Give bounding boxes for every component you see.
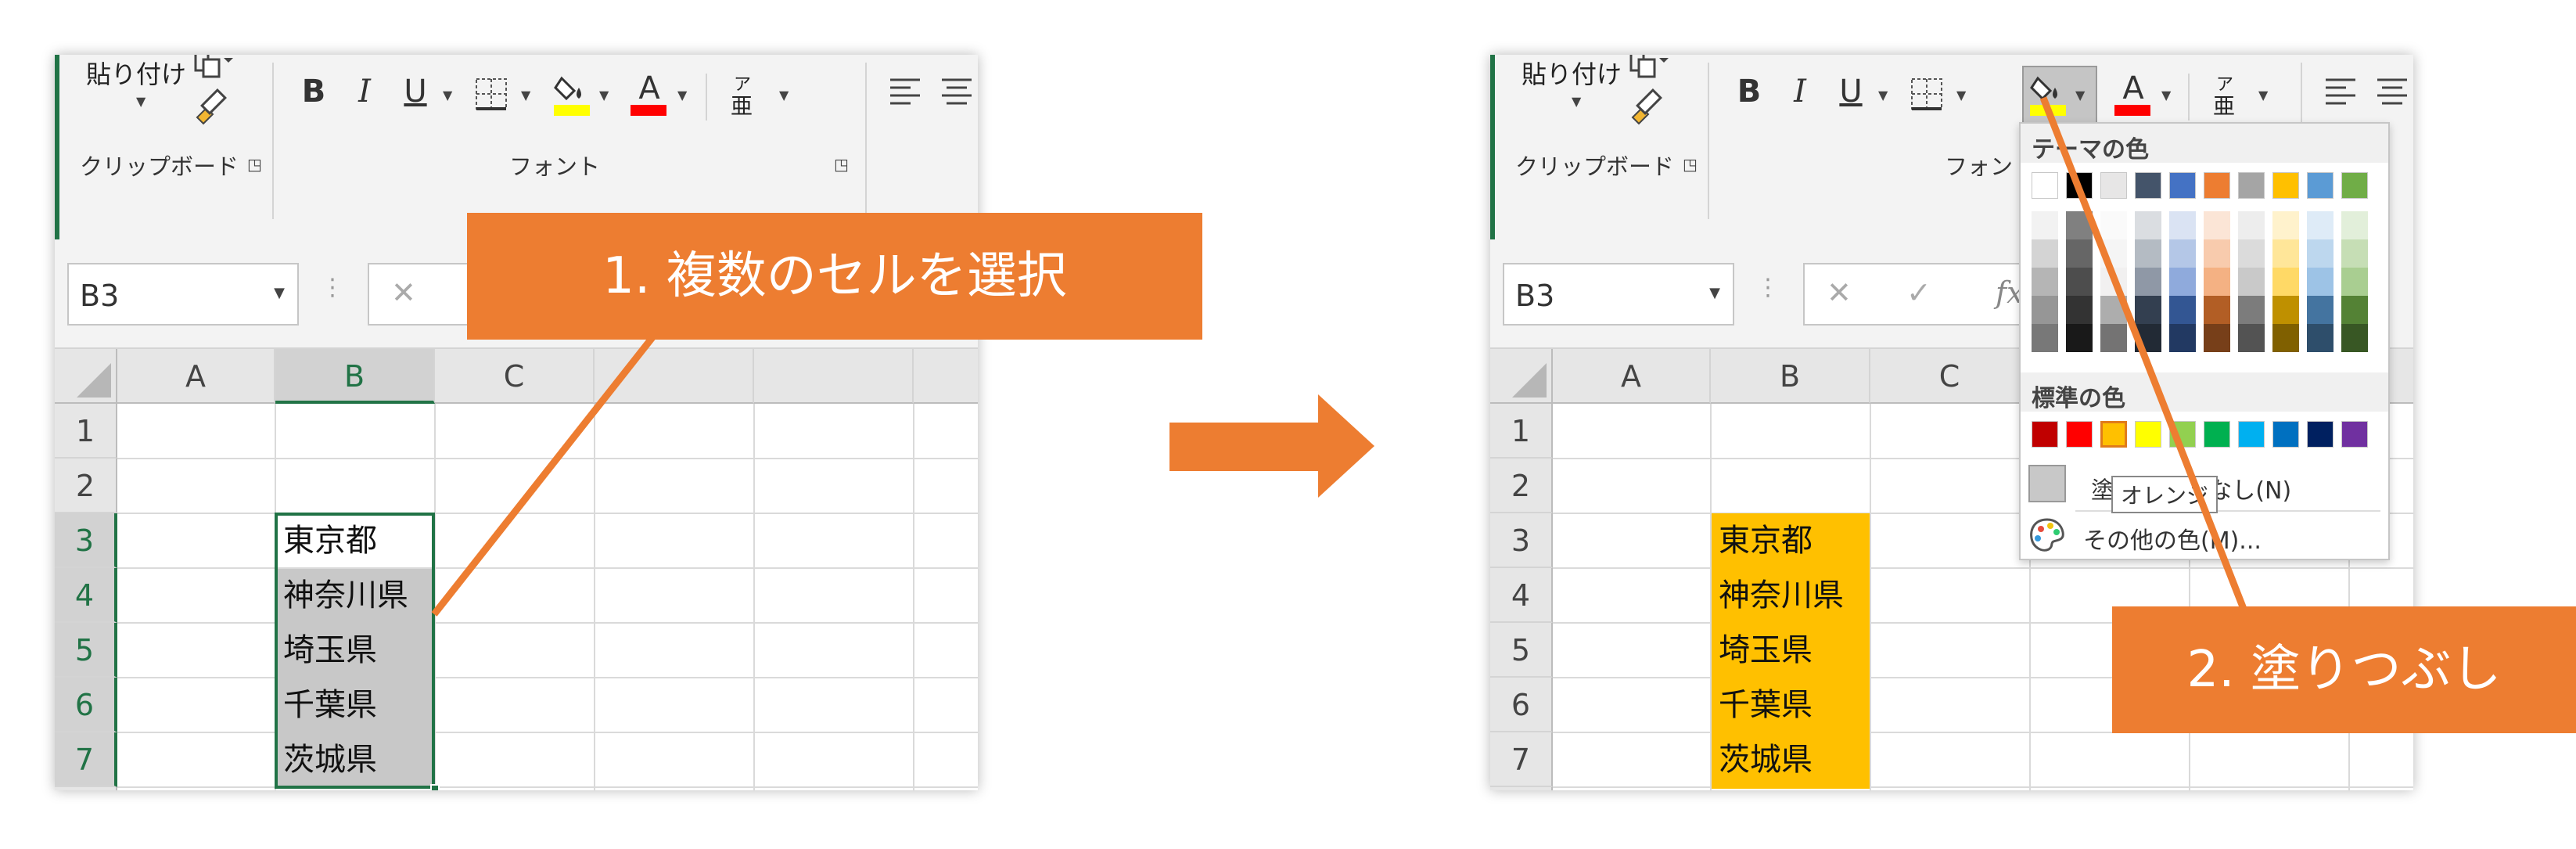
callout-fill-color: 2. 塗りつぶし	[2112, 606, 2576, 733]
